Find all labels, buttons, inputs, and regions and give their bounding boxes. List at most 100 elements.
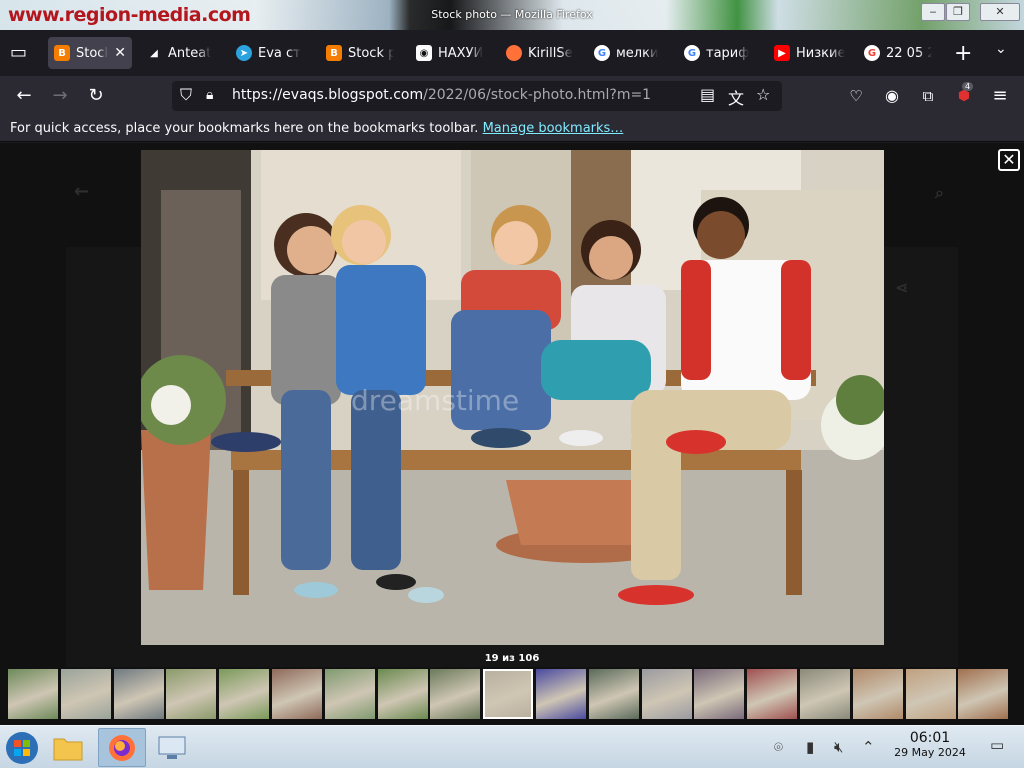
- speaker-muted-icon[interactable]: 🔇︎: [834, 738, 843, 756]
- thumbnail-14[interactable]: [747, 669, 797, 719]
- tab-label: тариф: [706, 45, 750, 61]
- system-clock[interactable]: 06:01 29 May 2024: [880, 730, 980, 759]
- thumbnail-12[interactable]: [642, 669, 692, 719]
- firefox-view-icon[interactable]: ▭: [10, 42, 27, 63]
- thumbnail-17[interactable]: [906, 669, 956, 719]
- firefox-icon: [506, 45, 522, 61]
- firefox-icon: [109, 734, 135, 761]
- thumbnail-16[interactable]: [853, 669, 903, 719]
- tab-label: 22 05 2: [886, 45, 932, 61]
- thumbnail-4[interactable]: [219, 669, 269, 719]
- tab-2[interactable]: ➤ Eva ст: [230, 37, 310, 69]
- thumbnail-13[interactable]: [694, 669, 744, 719]
- thumbnail-18[interactable]: [958, 669, 1008, 719]
- window-title: Stock photo — Mozilla Firefox: [431, 8, 593, 21]
- thumbnail-strip[interactable]: [0, 667, 1024, 723]
- dimmed-share-icon: ⋖: [895, 278, 909, 297]
- tab-label: Eva ст: [258, 45, 301, 61]
- tab-7[interactable]: G тариф: [678, 37, 758, 69]
- taskbar-explorer[interactable]: [48, 728, 88, 767]
- lightbox-close-icon[interactable]: ✕: [998, 149, 1020, 171]
- window-titlebar[interactable]: www.region-media.com Stock photo — Mozil…: [0, 0, 1024, 30]
- thumbnail-7[interactable]: [378, 669, 428, 719]
- tab-label: НАХУЙ: [438, 45, 484, 61]
- tab-close-icon[interactable]: ✕: [114, 45, 126, 61]
- thumbnail-10[interactable]: [536, 669, 586, 719]
- photo-illustration: dreamstime: [141, 150, 884, 645]
- maximize-button[interactable]: ❐: [946, 3, 970, 21]
- account-icon[interactable]: ◉: [880, 84, 904, 108]
- close-window-button[interactable]: ✕: [980, 3, 1020, 21]
- google-icon: G: [684, 45, 700, 61]
- folder-icon: [53, 738, 83, 760]
- thumbnail-8[interactable]: [430, 669, 480, 719]
- new-tab-icon[interactable]: +: [954, 41, 972, 66]
- taskbar-firefox[interactable]: [98, 728, 146, 767]
- thumbnail-9[interactable]: [483, 669, 533, 719]
- photo-counter: 19 из 106: [484, 653, 540, 664]
- bookmarks-toolbar: For quick access, place your bookmarks h…: [0, 116, 1024, 142]
- network-icon[interactable]: ⌾: [774, 738, 783, 756]
- back-arrow-icon[interactable]: ←: [12, 84, 36, 108]
- thumbnail-3[interactable]: [166, 669, 216, 719]
- tab-label: Anteat: [168, 45, 212, 61]
- thumbnail-0[interactable]: [8, 669, 58, 719]
- reload-icon[interactable]: ↻: [84, 84, 108, 108]
- bookmarks-message: For quick access, place your bookmarks h…: [10, 121, 623, 136]
- google-color-icon: G: [864, 45, 880, 61]
- thumbnail-6[interactable]: [325, 669, 375, 719]
- tab-bar: ▭ B Stock ✕ ◢ Anteat ➤ Eva ст B Stock p …: [0, 30, 1024, 76]
- battery-icon[interactable]: ▮: [806, 738, 814, 756]
- thumbnail-5[interactable]: [272, 669, 322, 719]
- clock-time: 06:01: [909, 730, 951, 746]
- menu-hamburger-icon[interactable]: ≡: [988, 84, 1012, 108]
- forward-arrow-icon[interactable]: →: [48, 84, 72, 108]
- tray-expand-chevron-icon[interactable]: ⌃: [862, 738, 875, 756]
- start-button[interactable]: [2, 728, 42, 767]
- thumbnail-15[interactable]: [800, 669, 850, 719]
- lightbox-photo[interactable]: dreamstime: [141, 150, 884, 645]
- url-text[interactable]: https://evaqs.blogspot.com/2022/06/stock…: [232, 87, 651, 103]
- minimize-button[interactable]: ‒: [921, 3, 945, 21]
- blogger-icon: B: [326, 45, 342, 61]
- url-host: https://evaqs.blogspot.com: [232, 87, 424, 103]
- youtube-icon: ▶: [774, 45, 790, 61]
- pocket-icon[interactable]: ♡: [844, 84, 868, 108]
- tab-6[interactable]: G мелки: [588, 37, 668, 69]
- extensions-icon[interactable]: ⧉: [916, 84, 940, 108]
- dimmed-back-arrow-icon: ←: [74, 181, 90, 202]
- clock-date: 29 May 2024: [894, 746, 966, 759]
- tab-0[interactable]: B Stock ✕: [48, 37, 132, 69]
- telegram-icon: ➤: [236, 45, 252, 61]
- list-tabs-chevron-icon[interactable]: ⌄: [995, 41, 1007, 57]
- page-content: ← ⌕ ⋖ ✕ dreamstime 19 из 106: [0, 143, 1024, 725]
- extension-badge: 4: [962, 82, 974, 91]
- lock-icon[interactable]: 🔒︎: [206, 87, 213, 103]
- thumbnail-2[interactable]: [114, 669, 164, 719]
- thumbnail-11[interactable]: [589, 669, 639, 719]
- windows-taskbar: ⌾ ▮ 🔇︎ ⌃ 06:01 29 May 2024 ▭: [0, 725, 1024, 768]
- tab-4[interactable]: ◉ НАХУЙ: [410, 37, 490, 69]
- bookmark-star-icon[interactable]: ☆: [756, 85, 770, 104]
- tab-3[interactable]: B Stock p: [320, 37, 400, 69]
- reader-view-icon[interactable]: ▤: [700, 85, 715, 104]
- tab-label: Stock p: [348, 45, 394, 61]
- dimmed-search-icon: ⌕: [935, 183, 944, 202]
- taskbar-remote-desktop[interactable]: [152, 728, 192, 767]
- url-path: /2022/06/stock-photo.html?m=1: [423, 87, 652, 103]
- tab-label: Stock: [76, 45, 109, 61]
- tab-9[interactable]: G 22 05 2: [858, 37, 938, 69]
- tab-1[interactable]: ◢ Anteat: [140, 37, 220, 69]
- show-desktop-icon[interactable]: ▭: [990, 736, 1004, 754]
- translate-icon[interactable]: 文: [728, 85, 744, 109]
- tab-5[interactable]: KirillSe: [500, 37, 580, 69]
- tab-8[interactable]: ▶ Низкие: [768, 37, 852, 69]
- shield-icon[interactable]: ⛉: [180, 85, 192, 105]
- url-bar[interactable]: ⛉ 🔒︎ https://evaqs.blogspot.com/2022/06/…: [172, 81, 782, 111]
- manage-bookmarks-link[interactable]: Manage bookmarks…: [483, 121, 624, 136]
- thumbnail-1[interactable]: [61, 669, 111, 719]
- windows-logo-icon: [6, 731, 38, 764]
- photo-watermark: dreamstime: [351, 384, 519, 417]
- anteater-icon: ◢: [150, 47, 158, 59]
- bookmarks-hint-text: For quick access, place your bookmarks h…: [10, 121, 479, 136]
